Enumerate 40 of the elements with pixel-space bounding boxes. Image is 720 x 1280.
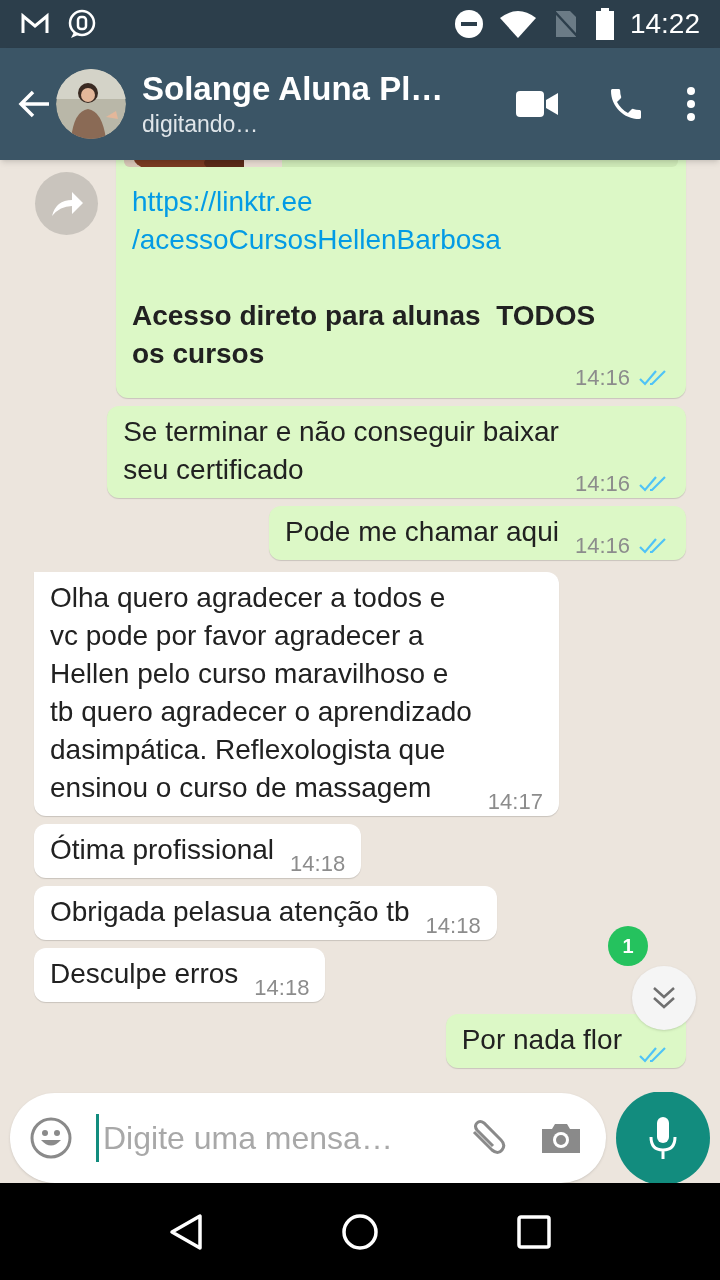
unread-badge: 1 [608,926,648,966]
message-text: Pode me chamar aqui [285,515,559,549]
mail-icon [20,12,50,36]
battery-icon [595,8,614,40]
message-time: 14:16 [574,367,630,389]
wifi-icon [499,10,536,38]
video-call-button[interactable] [516,91,558,117]
message-link[interactable]: /acessoCursosHellenBarbosa [132,221,670,259]
message-text: Olha quero agradecer a todos e vc pode por favor agradecer a Hellen pelo curso maravilhoso e tb quero agradecer o aprendizado dasimpática. Reflexologista que ensinou o curso de massagem [50,581,472,805]
message-time: 14:16 [574,473,630,495]
typing-status: digitando… [142,110,260,139]
message-text: Acesso direto para alunas TODOS os cursos [132,299,597,370]
home-circle-icon[interactable] [341,1212,379,1251]
status-time: 14:22 [629,7,700,41]
video-camera-icon [516,91,558,117]
emoji-icon[interactable] [30,1116,72,1159]
recents-square-icon[interactable] [517,1214,551,1249]
microphone-icon [648,1116,678,1159]
message-text: Ótima profissional [50,833,275,867]
scroll-down-button[interactable] [632,966,696,1030]
message-link[interactable]: https://linktr.ee [132,183,670,221]
message-text: Se terminar e não conseguir baixar seu certificado [123,415,559,487]
back-arrow-icon [17,89,51,119]
message-time: 14:18 [425,915,481,937]
message-text: Obrigada pelasua atenção tb [50,895,410,929]
message-input[interactable]: Digite uma mensa… [10,1092,606,1183]
do-not-disturb-icon [453,9,484,39]
share-arrow-icon [49,189,84,218]
message-time: 14:16 [574,535,630,557]
back-triangle-icon[interactable] [169,1212,203,1251]
message-time: 14:17 [487,791,543,813]
double-chevron-down-icon [651,985,677,1011]
more-options-button[interactable] [686,86,696,122]
message-time: 14:18 [290,853,346,875]
message-text: Por nada flor [461,1023,622,1057]
message-text: Desculpe erros [50,957,239,991]
contact-name[interactable]: Solange Aluna Pl… [142,69,496,109]
chat-bubble-icon [66,8,98,40]
message-time: 14:18 [254,977,310,999]
more-vertical-icon [686,86,696,122]
